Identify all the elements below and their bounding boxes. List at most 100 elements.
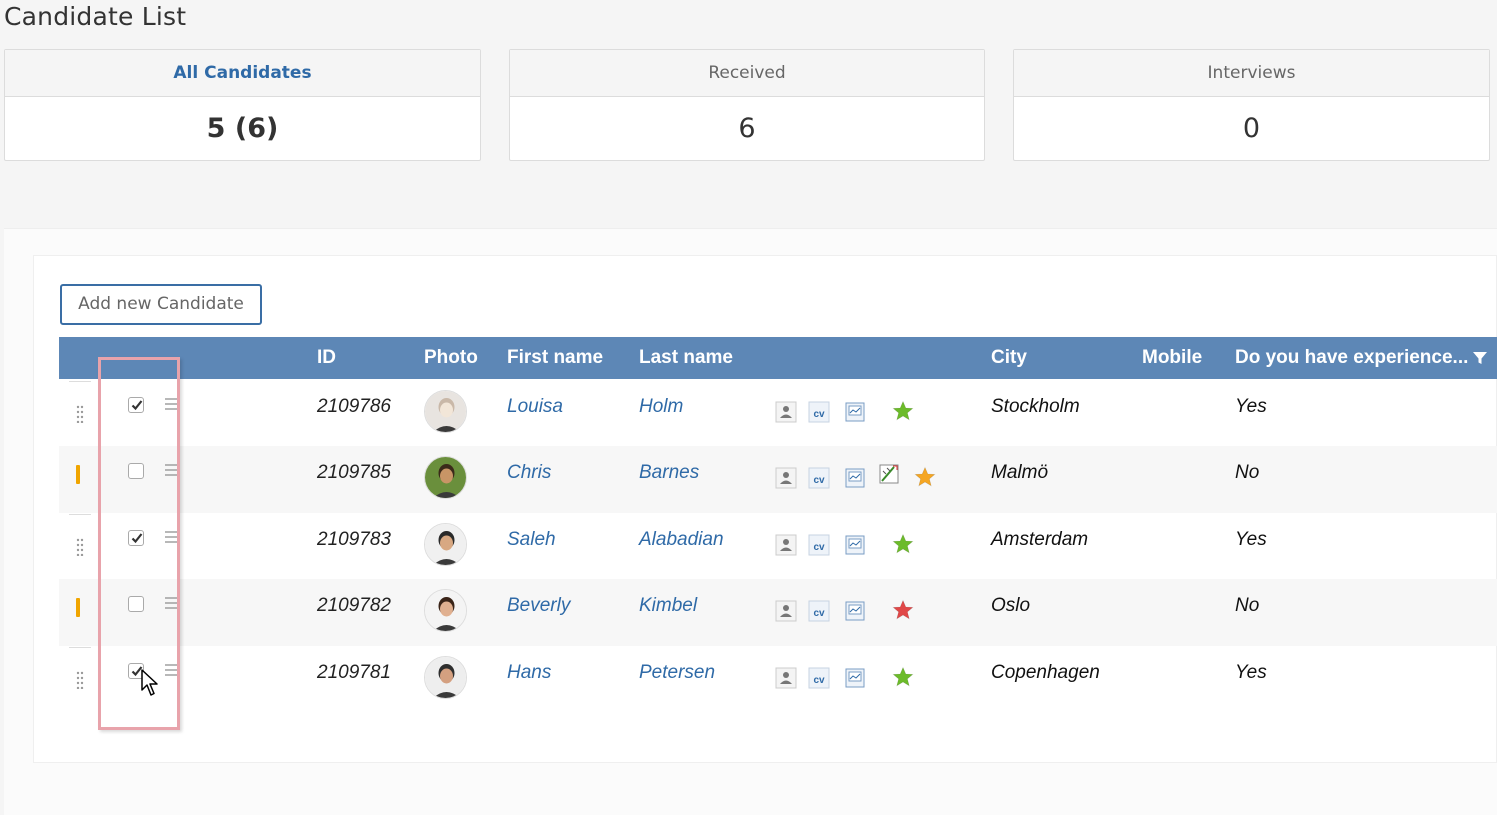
- star-rating-icon[interactable]: [892, 666, 914, 688]
- first-name-link[interactable]: Hans: [507, 662, 551, 684]
- star-rating-icon[interactable]: [892, 400, 914, 422]
- row-menu-icon[interactable]: [165, 596, 177, 610]
- candidate-id: 2109783: [317, 529, 391, 550]
- priority-flag: [76, 465, 80, 484]
- svg-text:cv: cv: [813, 542, 825, 553]
- column-header-mobile[interactable]: Mobile: [1142, 337, 1202, 379]
- drag-handle-icon[interactable]: [76, 671, 84, 689]
- priority-flag: [76, 598, 80, 617]
- experience-value: Yes: [1235, 662, 1267, 683]
- stat-value: 6: [738, 113, 756, 144]
- cv-icon[interactable]: cv: [808, 467, 830, 489]
- mouse-cursor-icon: [141, 669, 158, 696]
- document-icon[interactable]: [844, 534, 866, 556]
- row-checkbox[interactable]: [128, 530, 144, 546]
- stat-value: 5 (6): [206, 113, 279, 144]
- column-header-id[interactable]: ID: [317, 337, 336, 379]
- profile-icon[interactable]: [775, 401, 797, 423]
- column-header-experience[interactable]: Do you have experience...: [1235, 337, 1468, 379]
- city-value: Stockholm: [991, 396, 1080, 417]
- table-row[interactable]: 2109783 Saleh Alabadian cv Amsterdam Yes: [59, 513, 1497, 580]
- row-divider: [69, 647, 91, 648]
- filter-icon[interactable]: [1472, 350, 1488, 366]
- column-header-photo[interactable]: Photo: [424, 337, 478, 379]
- candidate-id: 2109782: [317, 595, 391, 616]
- column-header-first-name[interactable]: First name: [507, 337, 603, 379]
- star-rating-icon[interactable]: [892, 533, 914, 555]
- first-name-link[interactable]: Saleh: [507, 529, 556, 551]
- experience-value: Yes: [1235, 529, 1267, 550]
- candidate-photo[interactable]: [424, 523, 467, 566]
- add-candidate-button[interactable]: Add new Candidate: [60, 284, 262, 325]
- cv-icon[interactable]: cv: [808, 534, 830, 556]
- svg-text:cv: cv: [813, 409, 825, 420]
- checkmark-icon: [131, 533, 143, 544]
- svg-text:cv: cv: [813, 675, 825, 686]
- row-checkbox[interactable]: [128, 463, 144, 479]
- drag-handle-icon[interactable]: [76, 405, 84, 423]
- star-rating-icon[interactable]: [914, 466, 936, 488]
- table-row[interactable]: 2109785 Chris Barnes cv Malmö No: [59, 446, 1497, 513]
- candidate-photo[interactable]: [424, 390, 467, 433]
- last-name-link[interactable]: Petersen: [639, 662, 715, 684]
- city-value: Oslo: [991, 595, 1031, 616]
- candidate-id: 2109785: [317, 462, 391, 483]
- stat-card-received[interactable]: Received 6: [509, 49, 985, 161]
- table-row[interactable]: 2109782 Beverly Kimbel cv Oslo No: [59, 579, 1497, 646]
- row-checkbox[interactable]: [128, 596, 144, 612]
- profile-icon[interactable]: [775, 467, 797, 489]
- row-divider: [69, 514, 91, 515]
- candidate-id: 2109781: [317, 662, 391, 683]
- cv-icon[interactable]: cv: [808, 600, 830, 622]
- grid-header: ID Photo First name Last name City Mobil…: [59, 337, 1497, 379]
- svg-text:cv: cv: [813, 608, 825, 619]
- first-name-link[interactable]: Chris: [507, 462, 551, 484]
- column-header-last-name[interactable]: Last name: [639, 337, 733, 379]
- profile-icon[interactable]: [775, 534, 797, 556]
- experience-value: No: [1235, 462, 1260, 483]
- checkmark-icon: [131, 400, 143, 411]
- city-value: Malmö: [991, 462, 1049, 483]
- stat-value: 0: [1242, 113, 1261, 144]
- experience-value: Yes: [1235, 396, 1267, 417]
- row-checkbox[interactable]: [128, 397, 144, 413]
- document-icon[interactable]: [844, 401, 866, 423]
- city-value: Amsterdam: [991, 529, 1089, 550]
- column-header-city[interactable]: City: [991, 337, 1027, 379]
- candidate-id: 2109786: [317, 396, 391, 417]
- first-name-link[interactable]: Louisa: [507, 396, 563, 418]
- profile-icon[interactable]: [775, 600, 797, 622]
- row-menu-icon[interactable]: [165, 463, 177, 477]
- candidate-photo[interactable]: [424, 656, 467, 699]
- page-title: Candidate List: [4, 2, 187, 31]
- city-value: Copenhagen: [991, 662, 1100, 683]
- candidate-photo[interactable]: [424, 589, 467, 632]
- row-divider: [69, 381, 91, 382]
- stat-label: All Candidates: [5, 50, 480, 97]
- last-name-link[interactable]: Holm: [639, 396, 683, 418]
- table-row[interactable]: 2109781 Hans Petersen cv Copenhagen Yes: [59, 646, 1497, 713]
- candidate-photo[interactable]: [424, 456, 467, 499]
- profile-icon[interactable]: [775, 667, 797, 689]
- stat-card-interviews[interactable]: Interviews 0: [1013, 49, 1490, 161]
- drag-handle-icon[interactable]: [76, 538, 84, 556]
- document-icon[interactable]: [844, 667, 866, 689]
- stat-card-all-candidates[interactable]: All Candidates 5 (6): [4, 49, 481, 161]
- table-row[interactable]: 2109786 Louisa Holm cv Stockholm Yes: [59, 380, 1497, 447]
- row-menu-icon[interactable]: [165, 663, 177, 677]
- last-name-link[interactable]: Kimbel: [639, 595, 697, 617]
- row-menu-icon[interactable]: [165, 530, 177, 544]
- row-menu-icon[interactable]: [165, 397, 177, 411]
- star-rating-icon[interactable]: [892, 599, 914, 621]
- document-icon[interactable]: [844, 467, 866, 489]
- last-name-link[interactable]: Barnes: [639, 462, 699, 484]
- experience-value: No: [1235, 595, 1260, 616]
- edit-note-icon[interactable]: [878, 463, 900, 485]
- stat-label: Received: [510, 50, 984, 97]
- last-name-link[interactable]: Alabadian: [639, 529, 724, 551]
- cv-icon[interactable]: cv: [808, 401, 830, 423]
- cv-icon[interactable]: cv: [808, 667, 830, 689]
- stat-label: Interviews: [1014, 50, 1489, 97]
- document-icon[interactable]: [844, 600, 866, 622]
- first-name-link[interactable]: Beverly: [507, 595, 570, 617]
